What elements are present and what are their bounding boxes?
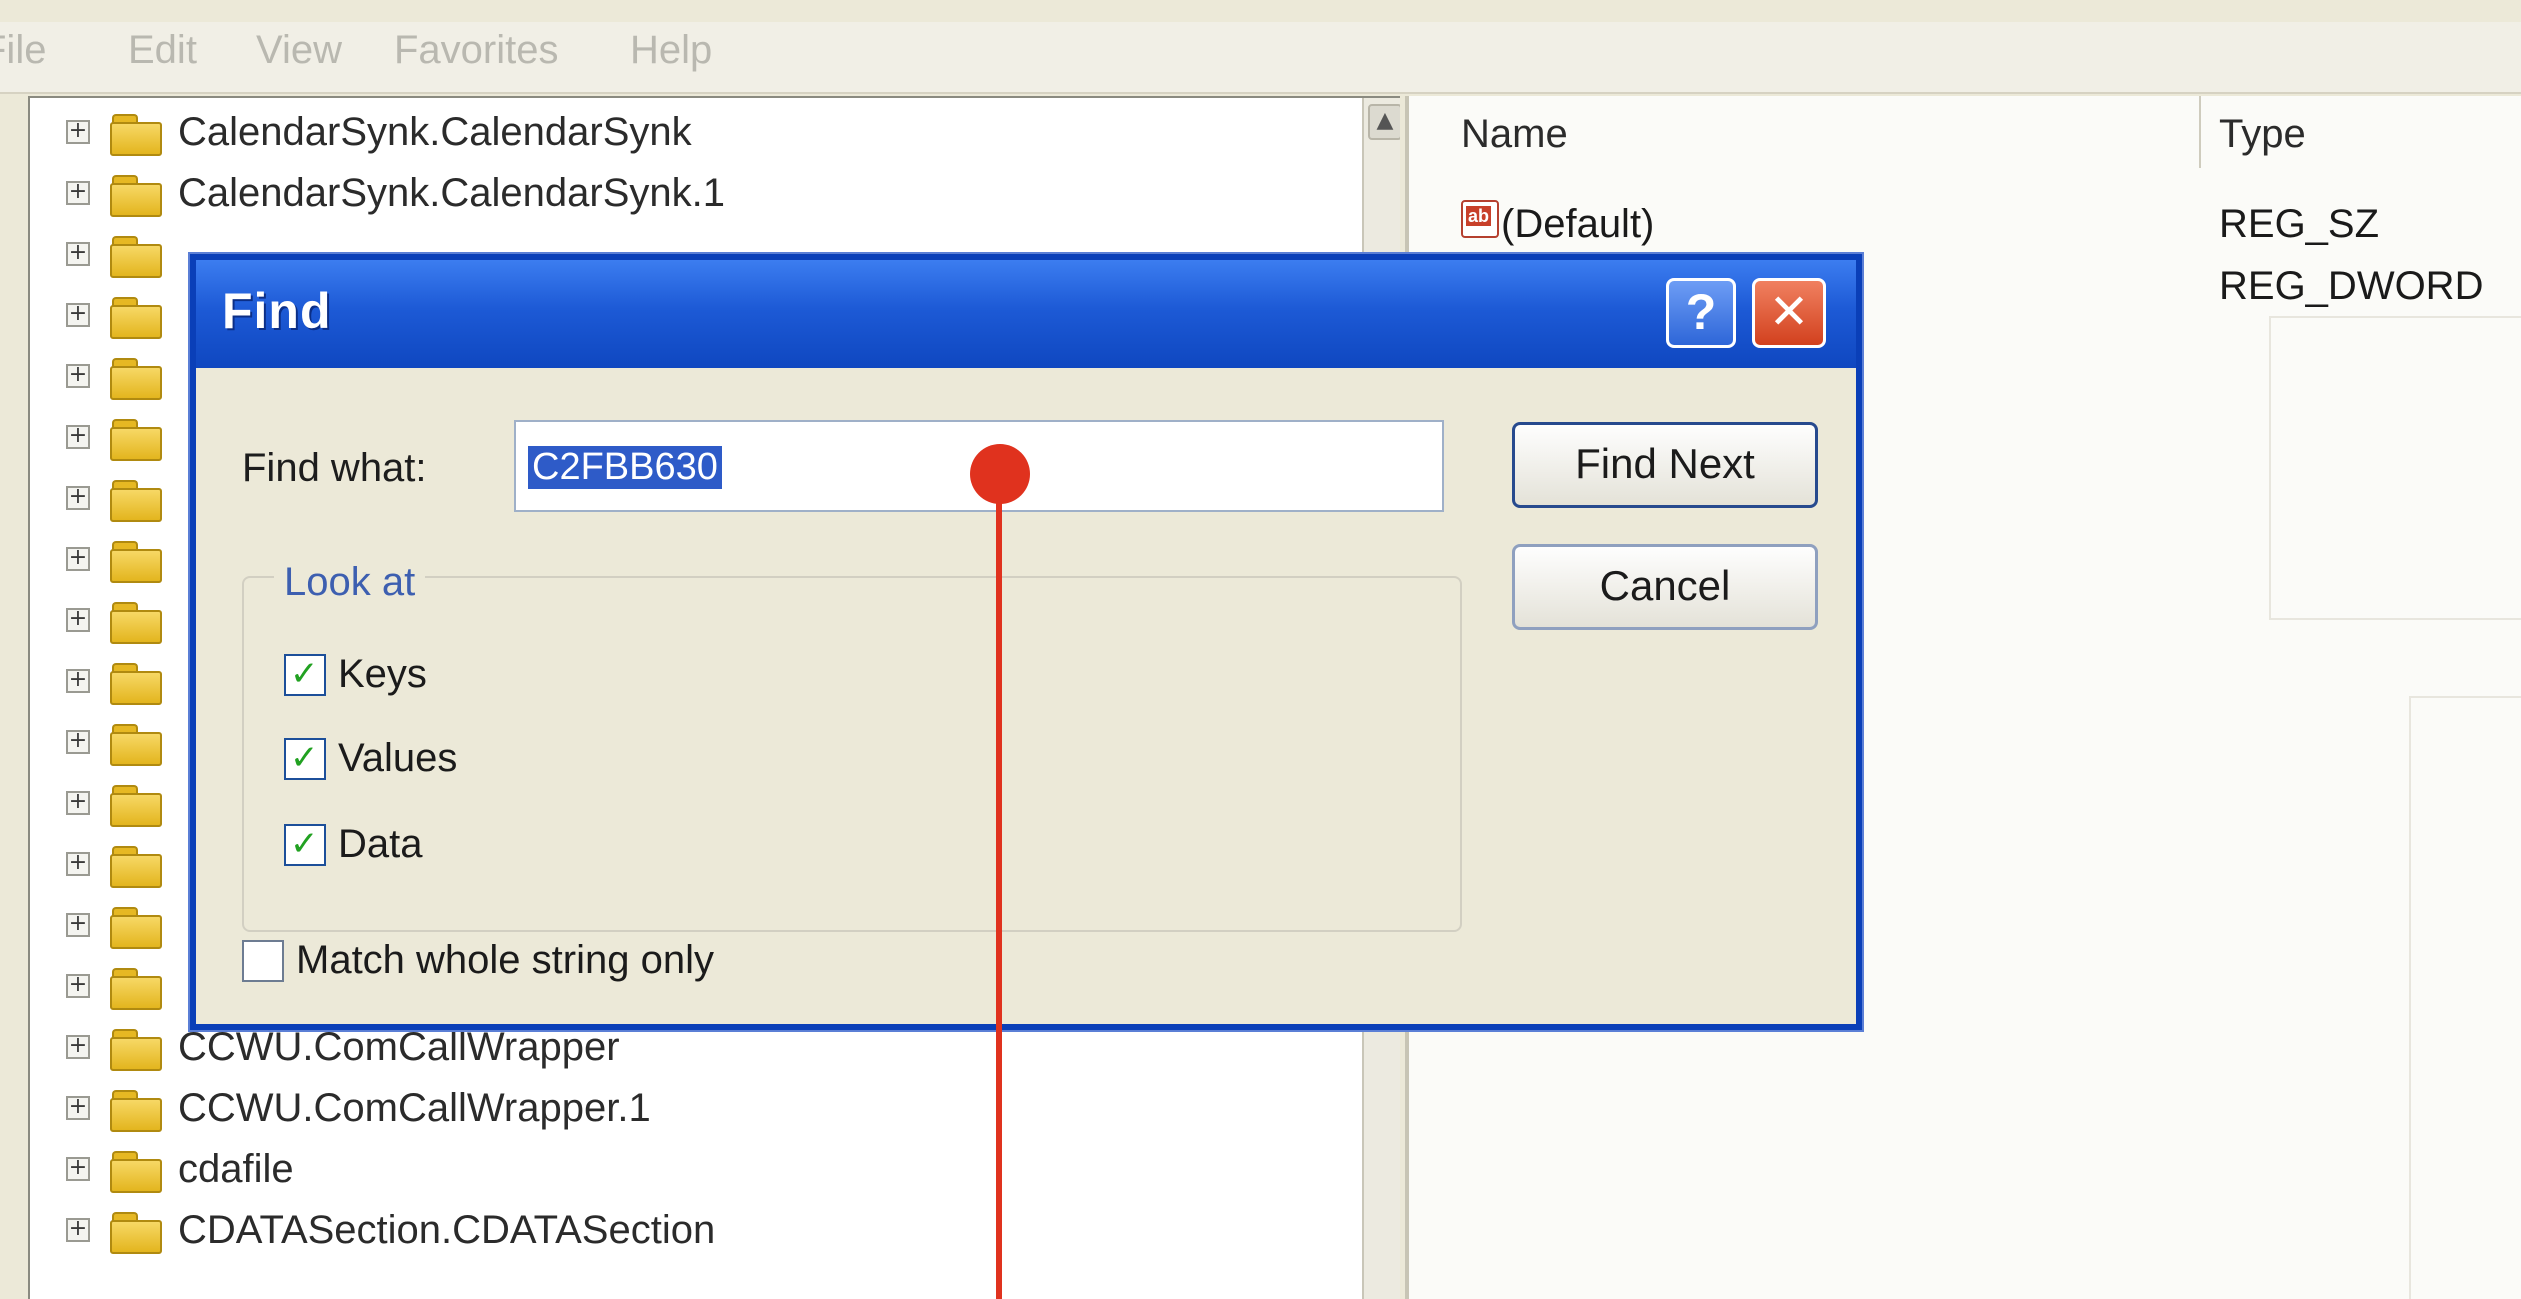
cancel-button[interactable]: Cancel — [1512, 544, 1818, 630]
folder-icon — [110, 480, 162, 522]
folder-icon — [110, 968, 162, 1010]
expand-icon[interactable]: + — [66, 120, 90, 144]
expand-icon[interactable]: + — [66, 1035, 90, 1059]
expand-icon[interactable]: + — [66, 1218, 90, 1242]
folder-icon — [110, 1151, 162, 1193]
tree-row[interactable]: + cdafile — [30, 1143, 1360, 1199]
dialog-titlebar[interactable]: Find ? ✕ — [196, 260, 1856, 368]
folder-icon — [110, 541, 162, 583]
match-whole-checkbox[interactable] — [242, 940, 284, 982]
folder-icon — [110, 907, 162, 949]
tree-item-label: CDATASection.CDATASection — [178, 1208, 716, 1252]
expand-icon[interactable]: + — [66, 547, 90, 571]
help-icon[interactable]: ? — [1666, 278, 1736, 348]
expand-icon[interactable]: + — [66, 730, 90, 754]
folder-icon — [110, 297, 162, 339]
string-value-icon: ab — [1461, 200, 1499, 238]
folder-icon — [110, 358, 162, 400]
expand-icon[interactable]: + — [66, 791, 90, 815]
expand-icon[interactable]: + — [66, 1096, 90, 1120]
expand-icon[interactable]: + — [66, 486, 90, 510]
value-type: REG_DWORD — [2219, 264, 2484, 308]
look-at-label: Look at — [274, 560, 426, 605]
expand-icon[interactable]: + — [66, 181, 90, 205]
folder-icon — [110, 236, 162, 278]
tree-row[interactable]: + CCWU.ComCallWrapper.1 — [30, 1082, 1360, 1138]
column-divider[interactable] — [2199, 96, 2201, 168]
tree-row[interactable]: + CalendarSynk.CalendarSynk.1 — [30, 167, 1360, 223]
keys-label: Keys — [338, 652, 427, 696]
folder-icon — [110, 1212, 162, 1254]
expand-icon[interactable]: + — [66, 669, 90, 693]
expand-icon[interactable]: + — [66, 974, 90, 998]
tree-row[interactable]: + CalendarSynk.CalendarSynk — [30, 106, 1360, 162]
find-what-label: Find what: — [242, 446, 427, 490]
expand-icon[interactable]: + — [66, 913, 90, 937]
tree-row[interactable]: + CDATASection.CDATASection — [30, 1204, 1360, 1260]
data-label: Data — [338, 822, 423, 866]
background-ghost-panel — [2269, 316, 2521, 620]
folder-icon — [110, 419, 162, 461]
menu-favorites[interactable]: Favorites — [394, 28, 559, 73]
check-icon: ✓ — [290, 654, 319, 694]
dialog-title: Find — [222, 283, 332, 339]
menu-bar: File Edit View Favorites Help — [0, 22, 2521, 94]
expand-icon[interactable]: + — [66, 425, 90, 449]
folder-icon — [110, 114, 162, 156]
expand-icon[interactable]: + — [66, 364, 90, 388]
check-icon: ✓ — [290, 824, 319, 864]
tree-item-label: CCWU.ComCallWrapper — [178, 1025, 620, 1069]
values-label: Values — [338, 736, 458, 780]
expand-icon[interactable]: + — [66, 242, 90, 266]
folder-icon — [110, 602, 162, 644]
expand-icon[interactable]: + — [66, 852, 90, 876]
value-name: (Default) — [1501, 202, 1655, 246]
folder-icon — [110, 1029, 162, 1071]
expand-icon[interactable]: + — [66, 1157, 90, 1181]
registry-editor-window: File Edit View Favorites Help + CalendarS… — [0, 0, 2521, 1299]
values-checkbox[interactable]: ✓ — [284, 738, 326, 780]
annotation-dot — [970, 444, 1030, 504]
data-checkbox[interactable]: ✓ — [284, 824, 326, 866]
folder-icon — [110, 846, 162, 888]
expand-icon[interactable]: + — [66, 608, 90, 632]
annotation-line — [996, 474, 1002, 1299]
folder-icon — [110, 724, 162, 766]
column-header-name[interactable]: Name — [1461, 112, 1568, 157]
find-dialog: Find ? ✕ Find what: C2FBB630 Find Next C… — [190, 254, 1862, 1030]
match-whole-label: Match whole string only — [296, 938, 714, 982]
menu-view[interactable]: View — [256, 28, 342, 73]
scroll-up-icon[interactable]: ▲ — [1368, 104, 1400, 140]
folder-icon — [110, 663, 162, 705]
close-icon[interactable]: ✕ — [1752, 278, 1826, 348]
tree-item-label: CalendarSynk.CalendarSynk.1 — [178, 171, 725, 215]
value-row[interactable]: ab (Default) REG_SZ — [1409, 192, 2521, 250]
value-type: REG_SZ — [2219, 202, 2380, 246]
column-header-type[interactable]: Type — [2219, 112, 2306, 157]
tree-item-label: CalendarSynk.CalendarSynk — [178, 110, 692, 154]
expand-icon[interactable]: + — [66, 303, 90, 327]
find-next-button[interactable]: Find Next — [1512, 422, 1818, 508]
keys-checkbox[interactable]: ✓ — [284, 654, 326, 696]
find-what-value: C2FBB630 — [528, 446, 722, 489]
menu-help[interactable]: Help — [630, 28, 712, 73]
background-ghost-panel — [2409, 696, 2521, 1299]
folder-icon — [110, 785, 162, 827]
folder-icon — [110, 1090, 162, 1132]
menu-edit[interactable]: Edit — [128, 28, 197, 73]
check-icon: ✓ — [290, 738, 319, 778]
tree-item-label: cdafile — [178, 1147, 294, 1191]
tree-item-label: CCWU.ComCallWrapper.1 — [178, 1086, 651, 1130]
folder-icon — [110, 175, 162, 217]
menu-file[interactable]: File — [0, 28, 46, 73]
